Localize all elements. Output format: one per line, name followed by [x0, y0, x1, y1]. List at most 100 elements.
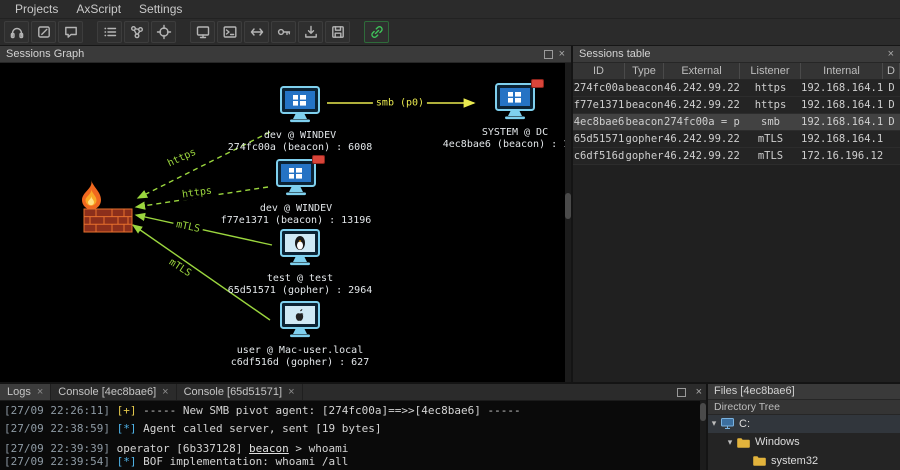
chevron-down-icon[interactable]: ▾ [724, 437, 736, 448]
close-icon[interactable]: × [559, 50, 565, 59]
node-host-label: dev @ WINDEV [264, 130, 336, 141]
log-tag: [*] [117, 455, 137, 468]
close-icon[interactable]: × [696, 388, 702, 397]
log-timestamp: [27/09 22:26:11] [4, 404, 110, 417]
tab-logs[interactable]: Logs × [0, 384, 51, 400]
table-row[interactable]: 274fc00a beacon 46.242.99.226 https 192.… [573, 80, 900, 97]
cell-id: 65d51571 [573, 133, 625, 145]
cell-listener: https [740, 82, 801, 94]
tunnel-icon[interactable] [244, 21, 269, 43]
session-node-4ec8bae6[interactable]: SYSTEM @ DC 4ec8bae6 (beacon) : 1904 [450, 83, 571, 150]
main-area: Sessions Graph × [0, 46, 900, 382]
table-row-selected[interactable]: 4ec8bae6 beacon 274fc00a = p0 smb 192.16… [573, 114, 900, 131]
session-node-274fc00a[interactable]: dev @ WINDEV 274fc00a (beacon) : 6008 [235, 86, 365, 153]
col-type[interactable]: Type [625, 63, 664, 79]
cell-type: beacon [625, 99, 664, 111]
col-domain[interactable]: D [883, 63, 900, 79]
remote-screen-icon[interactable] [190, 21, 215, 43]
graph-scrollbar-thumb[interactable] [565, 193, 571, 219]
cell-id: f77e1371 [573, 99, 625, 111]
node-id-label: c6df516d (gopher) : 627 [231, 357, 369, 368]
sessions-table-titlebar: Sessions table × [573, 46, 900, 63]
close-icon[interactable]: × [888, 50, 894, 59]
node-id-label: 274fc00a (beacon) : 6008 [228, 142, 373, 153]
windows-monitor-icon [492, 83, 538, 121]
linux-monitor-icon [277, 229, 323, 267]
tab-label: Console [4ec8bae6] [58, 386, 156, 398]
menu-settings[interactable]: Settings [130, 0, 191, 19]
admin-badge [312, 155, 325, 164]
tree-item-windows[interactable]: ▾ Windows [708, 433, 900, 451]
edge-label-mtls-2: mTLS [164, 255, 195, 281]
tab-console-4ec8bae6[interactable]: Console [4ec8bae6] × [51, 384, 176, 400]
cell-external: 274fc00a = p0 [664, 116, 740, 128]
log-text: operator [6b337128] [117, 442, 249, 455]
computer-icon [720, 417, 735, 430]
tab-label: Console [65d51571] [184, 386, 282, 398]
menu-axscript[interactable]: AxScript [67, 0, 130, 19]
close-icon[interactable]: × [37, 386, 43, 398]
edge-label-https-2: https [178, 185, 215, 201]
popout-icon[interactable] [544, 50, 553, 59]
key-icon[interactable] [271, 21, 296, 43]
session-node-c6df516d[interactable]: user @ Mac-user.local c6df516d (gopher) … [225, 301, 375, 368]
tree-item-c-drive[interactable]: ▾ C: [708, 415, 900, 433]
chevron-down-icon[interactable]: ▾ [708, 418, 720, 429]
cell-domain: D [883, 116, 900, 128]
log-text: BOF implementation: whoami /all [143, 455, 348, 468]
table-row[interactable]: f77e1371 beacon 46.242.99.226 https 192.… [573, 97, 900, 114]
col-external[interactable]: External [664, 63, 740, 79]
cell-type: beacon [625, 82, 664, 94]
col-internal[interactable]: Internal [801, 63, 883, 79]
table-row[interactable]: c6df516d gopher 46.242.99.226 mTLS 172.1… [573, 148, 900, 165]
tree-item-system32[interactable]: system32 [708, 452, 900, 470]
graph-nodes-icon[interactable] [124, 21, 149, 43]
col-listener[interactable]: Listener [740, 63, 801, 79]
log-tag: [+] [117, 404, 137, 417]
node-id-label: 4ec8bae6 (beacon) : 1904 [443, 139, 571, 150]
downloads-icon[interactable] [298, 21, 323, 43]
edge-label-https-1: https [163, 145, 200, 170]
task-list-icon[interactable] [97, 21, 122, 43]
cell-listener: https [740, 99, 801, 111]
close-icon[interactable]: × [162, 386, 168, 398]
session-node-f77e1371[interactable]: dev @ WINDEV f77e1371 (beacon) : 13196 [231, 159, 361, 226]
cell-external: 46.242.99.226 [664, 133, 740, 145]
log-timestamp: [27/09 22:39:54] [4, 455, 110, 468]
logs-output[interactable]: [27/09 22:26:11] [+] ----- New SMB pivot… [0, 401, 706, 470]
sessions-graph-canvas[interactable]: smb (p0) https https mTLS mTLS [0, 63, 571, 382]
popout-icon[interactable] [677, 388, 686, 397]
beacon-link[interactable]: beacon [249, 442, 289, 455]
console-scrollbar-thumb[interactable] [700, 403, 706, 421]
link-icon[interactable] [364, 21, 389, 43]
headphones-icon[interactable] [4, 21, 29, 43]
edit-note-icon[interactable] [31, 21, 56, 43]
directory-tree-header: Directory Tree [708, 400, 900, 415]
firewall-node[interactable] [56, 179, 136, 233]
table-row[interactable]: 65d51571 gopher 46.242.99.226 mTLS 192.1… [573, 131, 900, 148]
sessions-table-title: Sessions table [579, 48, 651, 60]
edge-label-smb: smb (p0) [373, 98, 427, 109]
node-host-label: user @ Mac-user.local [237, 345, 363, 356]
storage-icon[interactable] [325, 21, 350, 43]
firewall-icon [58, 179, 134, 233]
cell-type: gopher [625, 150, 664, 162]
cell-internal: 192.168.164.158 [801, 116, 883, 128]
tab-console-65d51571[interactable]: Console [65d51571] × [177, 384, 303, 400]
menu-projects[interactable]: Projects [6, 0, 67, 19]
console-scrollbar[interactable] [700, 401, 706, 470]
terminal-icon[interactable] [217, 21, 242, 43]
cell-internal: 192.168.164.134 [801, 99, 883, 111]
sessions-graph-titlebar: Sessions Graph × [0, 46, 571, 63]
graph-scrollbar[interactable] [565, 63, 571, 382]
cell-external: 46.242.99.226 [664, 82, 740, 94]
cell-id: 274fc00a [573, 82, 625, 94]
session-node-65d51571[interactable]: test @ test 65d51571 (gopher) : 2964 [235, 229, 365, 296]
col-id[interactable]: ID [573, 63, 625, 79]
node-host-label: test @ test [267, 273, 333, 284]
chat-icon[interactable] [58, 21, 83, 43]
close-icon[interactable]: × [288, 386, 294, 398]
sessions-graph-title: Sessions Graph [6, 48, 84, 60]
sessions-table-panel: Sessions table × ID Type External Listen… [573, 46, 900, 382]
target-icon[interactable] [151, 21, 176, 43]
